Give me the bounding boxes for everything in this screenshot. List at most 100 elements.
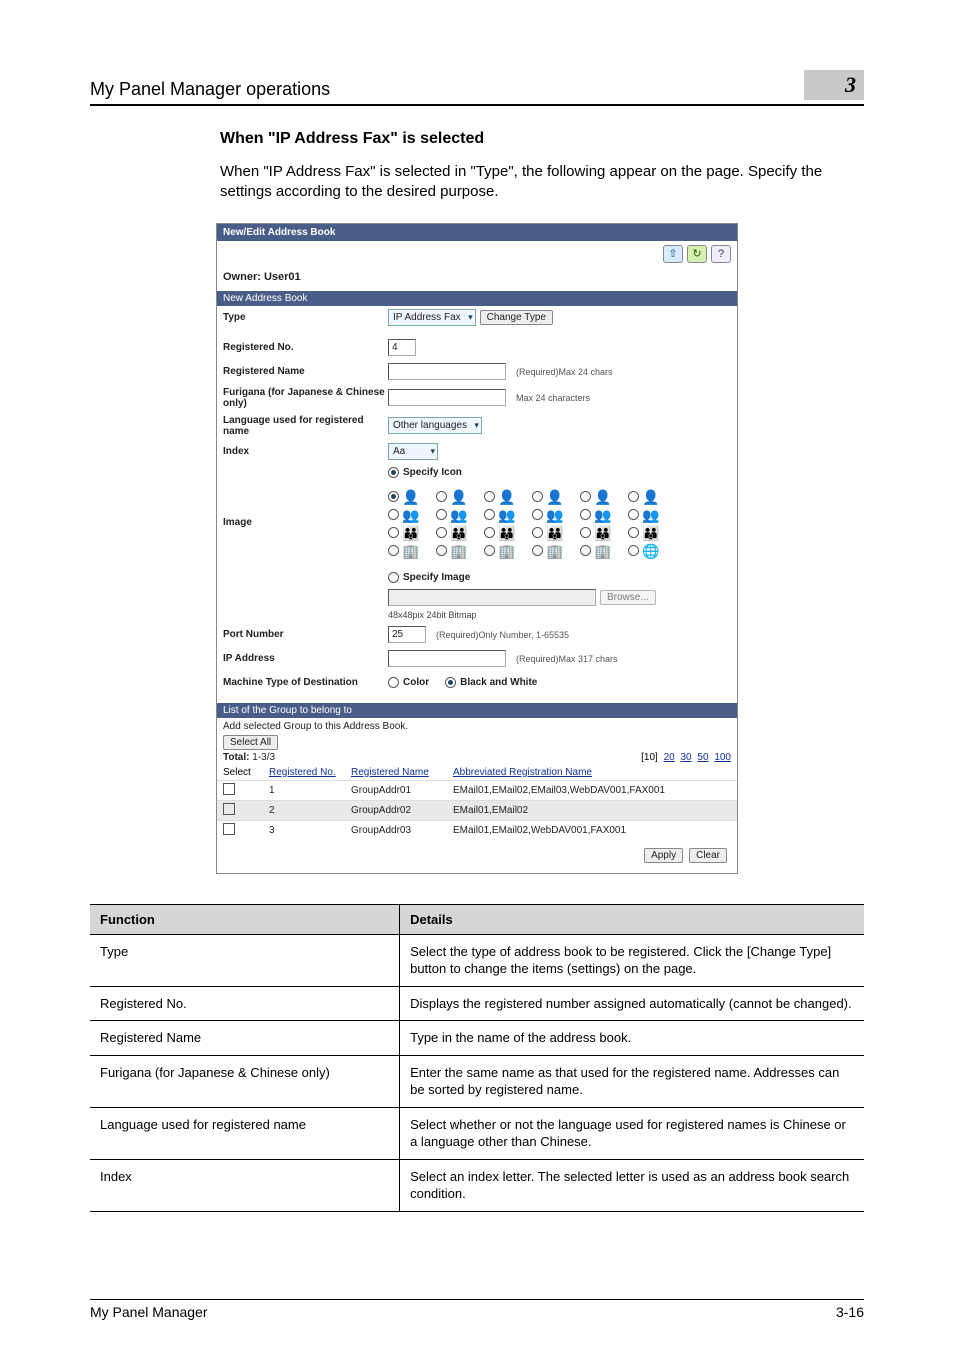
ip-input[interactable] (388, 650, 506, 667)
person-icon: 👤 (450, 490, 467, 504)
building-icon: 🏢 (450, 544, 467, 558)
change-type-button[interactable]: Change Type (480, 310, 553, 325)
icon-radio[interactable] (484, 491, 495, 502)
col-abbrev[interactable]: Abbreviated Registration Name (447, 765, 737, 781)
port-label: Port Number (223, 629, 388, 640)
table-row[interactable]: 3 GroupAddr03 EMail01,EMail02,WebDAV001,… (217, 820, 737, 840)
table-row: Index Select an index letter. The select… (90, 1159, 864, 1211)
dialog-title: New/Edit Address Book (217, 224, 737, 241)
group-icon: 👪 (642, 526, 659, 540)
language-select[interactable]: Other languages (388, 417, 482, 434)
fn-detail: Select the type of address book to be re… (400, 934, 864, 986)
building-icon: 🏢 (402, 544, 419, 558)
color-radio[interactable] (388, 677, 399, 688)
person-alt-icon: 👥 (498, 508, 515, 522)
machine-type-label: Machine Type of Destination (223, 677, 388, 688)
row-checkbox[interactable] (223, 783, 235, 795)
page-size-100[interactable]: 100 (714, 752, 731, 763)
icon-radio[interactable] (580, 509, 591, 520)
row-name: GroupAddr03 (345, 820, 447, 840)
group-list-subtext: Add selected Group to this Address Book. (217, 718, 737, 735)
icon-radio[interactable] (580, 545, 591, 556)
icon-radio[interactable] (484, 509, 495, 520)
section-heading: When "IP Address Fax" is selected (90, 130, 864, 148)
page-size-10[interactable]: [10] (641, 752, 658, 763)
page-size-30[interactable]: 30 (681, 752, 692, 763)
icon-radio[interactable] (532, 491, 543, 502)
icon-radio[interactable] (436, 527, 447, 538)
icon-radio[interactable] (628, 527, 639, 538)
fn-detail: Type in the name of the address book. (400, 1021, 864, 1056)
icon-radio[interactable] (532, 527, 543, 538)
group-icon: 👪 (498, 526, 515, 540)
fn-detail: Select an index letter. The selected let… (400, 1159, 864, 1211)
building-icon: 🏢 (498, 544, 515, 558)
row-no: 1 (263, 780, 345, 800)
row-checkbox[interactable] (223, 803, 235, 815)
apply-button[interactable]: Apply (644, 848, 683, 863)
icon-radio[interactable] (388, 509, 399, 520)
person-icon: 👤 (498, 490, 515, 504)
icon-radio[interactable] (580, 491, 591, 502)
specify-image-radio[interactable] (388, 572, 399, 583)
page-size-50[interactable]: 50 (697, 752, 708, 763)
furigana-input[interactable] (388, 389, 506, 406)
table-row: Registered Name Type in the name of the … (90, 1021, 864, 1056)
col-details: Details (400, 904, 864, 934)
icon-radio[interactable] (580, 527, 591, 538)
icon-radio[interactable] (628, 491, 639, 502)
group-icon: 👪 (450, 526, 467, 540)
row-name: GroupAddr02 (345, 800, 447, 820)
col-registered-name[interactable]: Registered Name (345, 765, 447, 781)
icon-radio[interactable] (484, 527, 495, 538)
person-icon: 👤 (546, 490, 563, 504)
furigana-label: Furigana (for Japanese & Chinese only) (223, 387, 388, 409)
icon-radio[interactable] (388, 545, 399, 556)
index-select[interactable]: Aa (388, 443, 438, 460)
select-all-button[interactable]: Select All (223, 735, 278, 750)
person-icon: 👤 (594, 490, 611, 504)
row-no: 3 (263, 820, 345, 840)
export-icon[interactable]: ⇧ (663, 245, 683, 263)
registered-name-label: Registered Name (223, 366, 388, 377)
page-size-20[interactable]: 20 (664, 752, 675, 763)
row-abbrev: EMail01,EMail02 (447, 800, 737, 820)
person-alt-icon: 👥 (546, 508, 563, 522)
clear-button[interactable]: Clear (689, 848, 727, 863)
icon-radio[interactable] (532, 509, 543, 520)
registered-name-input[interactable] (388, 363, 506, 380)
group-icon: 👪 (402, 526, 419, 540)
specify-image-label: Specify Image (403, 572, 470, 583)
table-row[interactable]: 1 GroupAddr01 EMail01,EMail02,EMail03,We… (217, 780, 737, 800)
icon-radio[interactable] (388, 491, 399, 502)
row-checkbox[interactable] (223, 823, 235, 835)
registered-no-label: Registered No. (223, 342, 388, 353)
icon-radio[interactable] (436, 509, 447, 520)
fn-detail: Displays the registered number assigned … (400, 986, 864, 1021)
icon-radio[interactable] (628, 509, 639, 520)
help-icon[interactable]: ? (711, 245, 731, 263)
bw-radio[interactable] (445, 677, 456, 688)
person-alt-icon: 👥 (642, 508, 659, 522)
group-list-header: List of the Group to belong to (217, 703, 737, 718)
col-registered-no[interactable]: Registered No. (263, 765, 345, 781)
fn-detail: Enter the same name as that used for the… (400, 1055, 864, 1107)
refresh-icon[interactable]: ↻ (687, 245, 707, 263)
icon-radio[interactable] (628, 545, 639, 556)
registered-no-value: 4 (388, 339, 416, 356)
specify-icon-radio[interactable] (388, 467, 399, 478)
type-select[interactable]: IP Address Fax (388, 309, 476, 326)
new-address-book-header: New Address Book (217, 291, 737, 306)
port-input[interactable]: 25 (388, 626, 426, 643)
ip-label: IP Address (223, 653, 388, 664)
icon-radio[interactable] (484, 545, 495, 556)
icon-grid: 👤 👤 👤 👤 👤 👤 👥 👥 👥 👥 👥 👥 👪 👪 👪 👪 (388, 486, 668, 564)
total-label: Total: (223, 752, 249, 763)
color-option-label: Color (403, 677, 429, 688)
table-row[interactable]: 2 GroupAddr02 EMail01,EMail02 (217, 800, 737, 820)
icon-radio[interactable] (388, 527, 399, 538)
icon-radio[interactable] (532, 545, 543, 556)
specify-icon-label: Specify Icon (403, 467, 462, 478)
icon-radio[interactable] (436, 545, 447, 556)
icon-radio[interactable] (436, 491, 447, 502)
